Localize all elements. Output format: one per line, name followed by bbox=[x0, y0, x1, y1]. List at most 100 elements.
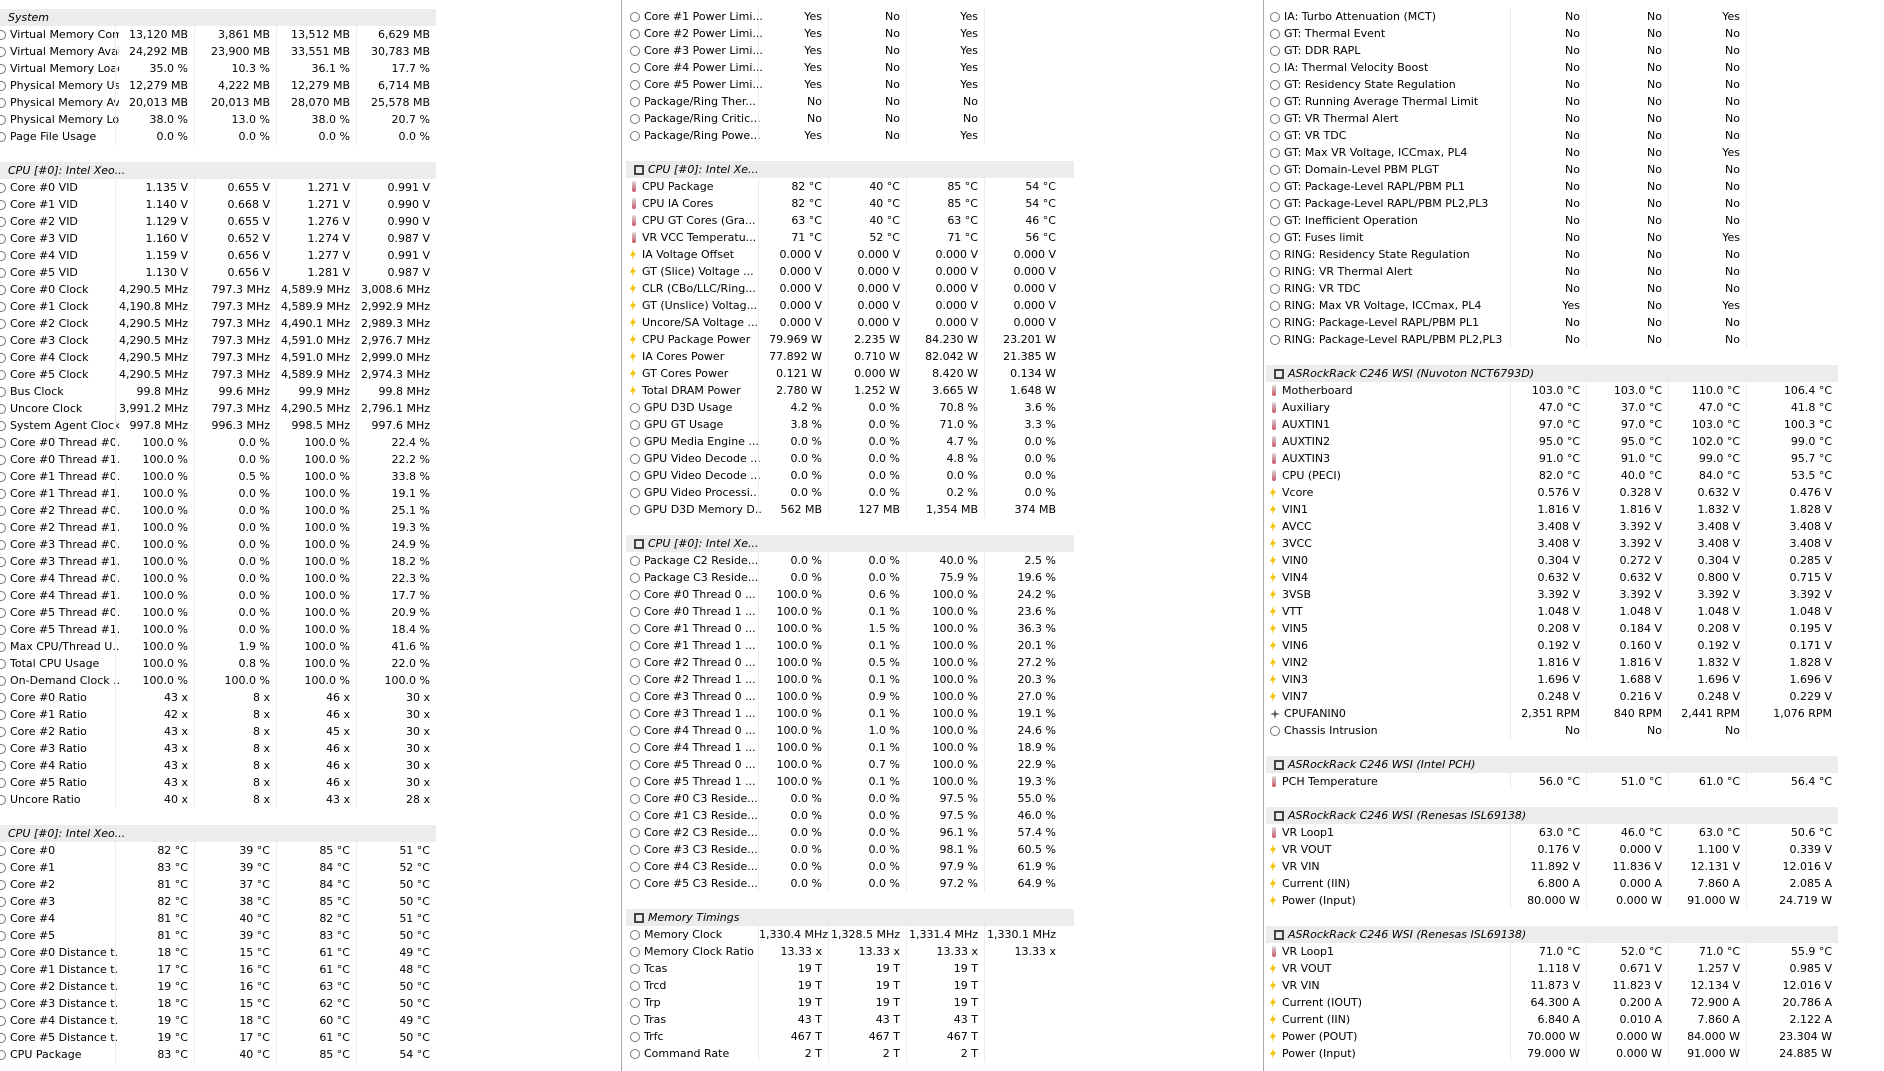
sensor-row[interactable]: Core #1 Distance t... 17 °C 16 °C 61 °C 48 °… bbox=[0, 961, 436, 978]
sensor-row[interactable]: VR VCC Temperatu... 71 °C 52 °C 71 °C 56 °C bbox=[626, 229, 1074, 246]
sensor-row[interactable]: Core #3 Thread #0... 100.0 % 0.0 % 100.0 % 2… bbox=[0, 536, 436, 553]
sensor-row[interactable]: IA Cores Power 77.892 W 0.710 W 82.042 W 21.… bbox=[626, 348, 1074, 365]
sensor-row[interactable]: Core #4 Thread #0... 100.0 % 0.0 % 100.0 % 2… bbox=[0, 570, 436, 587]
sensor-row[interactable]: AUXTIN3 91.0 °C 91.0 °C 99.0 °C 95.7 °C bbox=[1266, 450, 1838, 467]
sensor-row[interactable]: RING: Residency State Regulation No No No bbox=[1266, 246, 1838, 263]
sensor-row[interactable]: Core #3 82 °C 38 °C 85 °C 50 °C bbox=[0, 893, 436, 910]
sensor-group-header[interactable]: CPU [#0]: Intel Xeo... bbox=[0, 162, 436, 179]
sensor-row[interactable]: VIN1 1.816 V 1.816 V 1.832 V 1.828 V bbox=[1266, 501, 1838, 518]
sensor-row[interactable]: Core #4 Power Limi... Yes No Yes bbox=[626, 59, 1074, 76]
sensor-row[interactable]: CLR (CBo/LLC/Ring... 0.000 V 0.000 V 0.000 … bbox=[626, 280, 1074, 297]
sensor-row[interactable]: Core #5 Thread #0... 100.0 % 0.0 % 100.0 % 2… bbox=[0, 604, 436, 621]
sensor-row[interactable]: Trcd 19 T 19 T 19 T bbox=[626, 977, 1074, 994]
sensor-row[interactable]: Uncore Ratio 40 x8 x 43 x 28 x bbox=[0, 791, 436, 808]
sensor-row[interactable]: Core #1 Thread #1... 100.0 % 0.0 % 100.0 % 1… bbox=[0, 485, 436, 502]
sensor-row[interactable]: Virtual Memory Com...13,120 MB3,861 MB13… bbox=[0, 26, 436, 43]
sensor-row[interactable]: CPU Package Power 79.969 W 2.235 W 84.230 W… bbox=[626, 331, 1074, 348]
sensor-row[interactable]: Package C3 Reside... 0.0 % 0.0 % 75.9 % 19.6… bbox=[626, 569, 1074, 586]
sensor-row[interactable]: Page File Usage 0.0 % 0.0 % 0.0 % 0.0 % bbox=[0, 128, 436, 145]
sensor-row[interactable]: 3VSB 3.392 V 3.392 V 3.392 V 3.392 V bbox=[1266, 586, 1838, 603]
sensor-row[interactable]: Core #4 Thread 0 ... 100.0 % 1.0 % 100.0 % 2… bbox=[626, 722, 1074, 739]
sensor-row[interactable]: Core #2 Power Limi... Yes No Yes bbox=[626, 25, 1074, 42]
sensor-row[interactable]: Core #1 Clock 4,190.8 MHz 797.3 MHz 4,589.9… bbox=[0, 298, 436, 315]
sensor-group-header[interactable]: CPU [#0]: Intel Xeo... bbox=[0, 825, 436, 842]
sensor-row[interactable]: Core #4 Thread #1... 100.0 % 0.0 % 100.0 % 1… bbox=[0, 587, 436, 604]
sensor-row[interactable]: Virtual Memory Avai...24,292 MB23,900 MB… bbox=[0, 43, 436, 60]
sensor-group-header[interactable]: System bbox=[0, 9, 436, 26]
sensor-row[interactable]: Core #0 Distance t... 18 °C 15 °C 61 °C 49 °… bbox=[0, 944, 436, 961]
sensor-row[interactable]: GT: Inefficient Operation No No No bbox=[1266, 212, 1838, 229]
sensor-row[interactable]: IA: Thermal Velocity Boost No No No bbox=[1266, 59, 1838, 76]
sensor-row[interactable]: Max CPU/Thread U... 100.0 % 1.9 % 100.0 % 41… bbox=[0, 638, 436, 655]
sensor-row[interactable]: GT (Slice) Voltage ... 0.000 V 0.000 V 0.00… bbox=[626, 263, 1074, 280]
sensor-group-header[interactable]: ASRockRack C246 WSI (Intel PCH) bbox=[1266, 756, 1838, 773]
sensor-row[interactable]: Package C2 Reside... 0.0 % 0.0 % 40.0 % 2.5 … bbox=[626, 552, 1074, 569]
sensor-row[interactable]: Core #5 Distance t... 19 °C 17 °C 61 °C 50 °… bbox=[0, 1029, 436, 1046]
sensor-row[interactable]: CPU GT Cores (Gra... 63 °C 40 °C 63 °C 46 °C bbox=[626, 212, 1074, 229]
sensor-group-header[interactable]: CPU [#0]: Intel Xe... bbox=[626, 161, 1074, 178]
sensor-row[interactable]: Core #3 Ratio 43 x8 x 46 x 30 x bbox=[0, 740, 436, 757]
sensor-row[interactable]: Core #4 Thread 1 ... 100.0 % 0.1 % 100.0 % 1… bbox=[626, 739, 1074, 756]
sensor-row[interactable]: GPU D3D Memory D... 562 MB 127 MB 1,354 MB 3… bbox=[626, 501, 1074, 518]
sensor-row[interactable]: RING: VR Thermal Alert No No No bbox=[1266, 263, 1838, 280]
sensor-row[interactable]: Physical Memory Used12,279 MB4,222 MB12,… bbox=[0, 77, 436, 94]
sensor-row[interactable]: GPU Video Decode ... 0.0 % 0.0 % 0.0 % 0.0 % bbox=[626, 467, 1074, 484]
sensor-row[interactable]: Core #2 Thread 0 ... 100.0 % 0.5 % 100.0 % 2… bbox=[626, 654, 1074, 671]
sensor-row[interactable]: VIN0 0.304 V 0.272 V 0.304 V 0.285 V bbox=[1266, 552, 1838, 569]
sensor-row[interactable]: Power (Input) 79.000 W 0.000 W 91.000 W 24.8… bbox=[1266, 1045, 1838, 1062]
sensor-row[interactable]: Trfc 467 T 467 T 467 T bbox=[626, 1028, 1074, 1045]
sensor-row[interactable]: Core #0 Thread #1... 100.0 % 0.0 % 100.0 % 2… bbox=[0, 451, 436, 468]
sensor-row[interactable]: RING: Package-Level RAPL/PBM PL2,PL3 No No… bbox=[1266, 331, 1838, 348]
sensor-row[interactable]: RING: VR TDC No No No bbox=[1266, 280, 1838, 297]
sensor-row[interactable]: Core #5 Clock 4,290.5 MHz 797.3 MHz 4,589.9… bbox=[0, 366, 436, 383]
sensor-row[interactable]: Vcore 0.576 V 0.328 V 0.632 V 0.476 V bbox=[1266, 484, 1838, 501]
sensor-row[interactable]: GT: Domain-Level PBM PLGT No No No bbox=[1266, 161, 1838, 178]
sensor-row[interactable]: AUXTIN1 97.0 °C 97.0 °C 103.0 °C 100.3 °C bbox=[1266, 416, 1838, 433]
sensor-row[interactable]: Core #0 Thread 0 ... 100.0 % 0.6 % 100.0 % 2… bbox=[626, 586, 1074, 603]
sensor-row[interactable]: Core #2 Thread 1 ... 100.0 % 0.1 % 100.0 % 2… bbox=[626, 671, 1074, 688]
sensor-row[interactable]: Uncore Clock 3,991.2 MHz 797.3 MHz 4,290.5 … bbox=[0, 400, 436, 417]
sensor-row[interactable]: CPU IA Cores 82 °C 40 °C 85 °C 54 °C bbox=[626, 195, 1074, 212]
sensor-row[interactable]: Core #2 Thread #1... 100.0 % 0.0 % 100.0 % 1… bbox=[0, 519, 436, 536]
sensor-row[interactable]: CPUFANIN0 2,351 RPM 840 RPM 2,441 RPM 1,076 … bbox=[1266, 705, 1838, 722]
sensor-row[interactable]: Core #0 Ratio 43 x8 x 46 x 30 x bbox=[0, 689, 436, 706]
sensor-group-header[interactable]: ASRockRack C246 WSI (Renesas ISL69138) bbox=[1266, 926, 1838, 943]
sensor-row[interactable]: Core #2 VID 1.129 V 0.655 V 1.276 V 0.990 V bbox=[0, 213, 436, 230]
sensor-row[interactable]: Core #5 Thread 1 ... 100.0 % 0.1 % 100.0 % 1… bbox=[626, 773, 1074, 790]
sensor-row[interactable]: GT: Package-Level RAPL/PBM PL1 No No No bbox=[1266, 178, 1838, 195]
sensor-row[interactable]: Core #2 Ratio 43 x8 x 45 x 30 x bbox=[0, 723, 436, 740]
sensor-row[interactable]: VIN5 0.208 V 0.184 V 0.208 V 0.195 V bbox=[1266, 620, 1838, 637]
sensor-row[interactable]: IA Voltage Offset 0.000 V 0.000 V 0.000 V 0.… bbox=[626, 246, 1074, 263]
sensor-row[interactable]: Core #4 Ratio 43 x8 x 46 x 30 x bbox=[0, 757, 436, 774]
sensor-row[interactable]: Tras 43 T 43 T 43 T bbox=[626, 1011, 1074, 1028]
sensor-row[interactable]: Core #5 81 °C 39 °C 83 °C 50 °C bbox=[0, 927, 436, 944]
sensor-row[interactable]: Total DRAM Power 2.780 W 1.252 W 3.665 W 1.6… bbox=[626, 382, 1074, 399]
sensor-row[interactable]: 3VCC 3.408 V 3.392 V 3.408 V 3.408 V bbox=[1266, 535, 1838, 552]
sensor-row[interactable]: VIN2 1.816 V 1.816 V 1.832 V 1.828 V bbox=[1266, 654, 1838, 671]
sensor-row[interactable]: CPU (PECI) 82.0 °C 40.0 °C 84.0 °C 53.5 °C bbox=[1266, 467, 1838, 484]
sensor-row[interactable]: VIN7 0.248 V 0.216 V 0.248 V 0.229 V bbox=[1266, 688, 1838, 705]
sensor-row[interactable]: GT (Unslice) Voltag... 0.000 V 0.000 V 0.00… bbox=[626, 297, 1074, 314]
sensor-row[interactable]: Uncore/SA Voltage ... 0.000 V 0.000 V 0.000… bbox=[626, 314, 1074, 331]
sensor-row[interactable]: Core #2 Clock 4,290.5 MHz 797.3 MHz 4,490.1… bbox=[0, 315, 436, 332]
sensor-row[interactable]: GT: Fuses limit No No Yes bbox=[1266, 229, 1838, 246]
sensor-group-header[interactable]: CPU [#0]: Intel Xe... bbox=[626, 535, 1074, 552]
sensor-row[interactable]: RING: Package-Level RAPL/PBM PL1 No No No bbox=[1266, 314, 1838, 331]
sensor-row[interactable]: Core #3 C3 Reside... 0.0 % 0.0 % 98.1 % 60.5… bbox=[626, 841, 1074, 858]
sensor-row[interactable]: VR VOUT 0.176 V 0.000 V 1.100 V 0.339 V bbox=[1266, 841, 1838, 858]
sensor-row[interactable]: Core #4 C3 Reside... 0.0 % 0.0 % 97.9 % 61.9… bbox=[626, 858, 1074, 875]
sensor-row[interactable]: VTT 1.048 V 1.048 V 1.048 V 1.048 V bbox=[1266, 603, 1838, 620]
sensor-row[interactable]: Memory Clock Ratio 13.33 x 13.33 x 13.33 x1… bbox=[626, 943, 1074, 960]
sensor-row[interactable]: Current (IIN) 6.840 A 0.010 A 7.860 A 2.122 … bbox=[1266, 1011, 1838, 1028]
sensor-row[interactable]: Core #1 Thread 1 ... 100.0 % 0.1 % 100.0 % 2… bbox=[626, 637, 1074, 654]
sensor-row[interactable]: Core #1 Ratio 42 x8 x 46 x 30 x bbox=[0, 706, 436, 723]
sensor-row[interactable]: Core #5 Thread #1... 100.0 % 0.0 % 100.0 % 1… bbox=[0, 621, 436, 638]
sensor-row[interactable]: Core #1 83 °C 39 °C 84 °C 52 °C bbox=[0, 859, 436, 876]
sensor-row[interactable]: Core #4 Clock 4,290.5 MHz 797.3 MHz 4,591.0… bbox=[0, 349, 436, 366]
sensor-row[interactable]: RING: Max VR Voltage, ICCmax, PL4 Yes No Ye… bbox=[1266, 297, 1838, 314]
sensor-row[interactable]: Core #0 82 °C 39 °C 85 °C 51 °C bbox=[0, 842, 436, 859]
sensor-row[interactable]: Core #5 Ratio 43 x8 x 46 x 30 x bbox=[0, 774, 436, 791]
sensor-row[interactable]: Command Rate 2 T2 T2 T bbox=[626, 1045, 1074, 1062]
sensor-row[interactable]: Core #4 81 °C 40 °C 82 °C 51 °C bbox=[0, 910, 436, 927]
sensor-row[interactable]: Core #0 VID 1.135 V 0.655 V 1.271 V 0.991 V bbox=[0, 179, 436, 196]
